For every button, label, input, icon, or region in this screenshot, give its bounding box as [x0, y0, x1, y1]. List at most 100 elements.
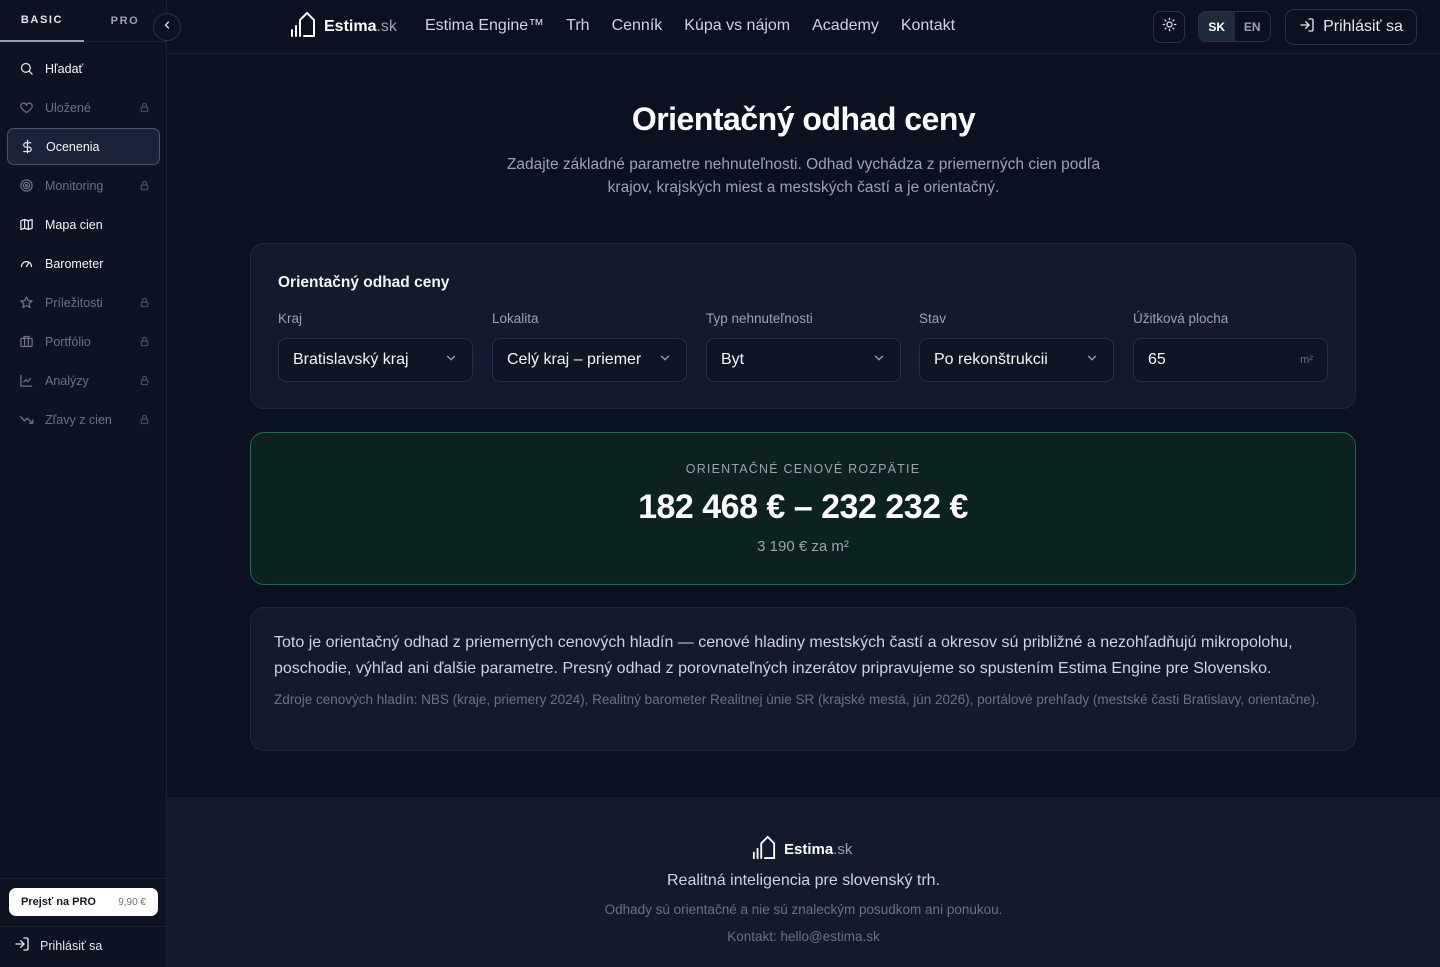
map-icon — [18, 217, 34, 233]
sidebar-item-barometer[interactable]: Barometer — [7, 245, 160, 282]
logo-icon — [752, 834, 776, 865]
footer-logo-text: Estima.sk — [784, 841, 853, 858]
sidebar-item-prilezitosti[interactable]: Príležitosti — [7, 284, 160, 321]
footer: Estima.sk Realitná inteligencia pre slov… — [167, 797, 1440, 967]
nav-cennik[interactable]: Cenník — [612, 17, 663, 35]
collapse-sidebar-button[interactable] — [153, 13, 181, 41]
nav-academy[interactable]: Academy — [812, 17, 879, 35]
sidebar-item-ocenenia[interactable]: Ocenenia — [7, 128, 160, 165]
footer-tagline: Realitná inteligencia pre slovenský trh. — [666, 872, 941, 889]
sidebar-item-label: Príležitosti — [45, 295, 103, 310]
logo-text: Estima.sk — [324, 17, 397, 35]
footer-contact[interactable]: Kontakt: hello@estima.sk — [167, 929, 1440, 944]
nav-trh[interactable]: Trh — [566, 17, 589, 35]
sidebar-item-zlavy-z-cien[interactable]: Zľavy z cien — [7, 401, 160, 438]
stav-value: Po rekonštrukcii — [934, 351, 1048, 368]
login-icon — [1299, 17, 1323, 38]
nav-kontakt[interactable]: Kontakt — [901, 17, 955, 35]
page-subtitle: Zadajte základné parametre nehnuteľnosti… — [506, 156, 1101, 196]
lokalita-value: Celý kraj – priemer — [507, 351, 642, 368]
lokalita-field: Lokalita Celý kraj – priemer — [492, 311, 687, 382]
price-range-card: ORIENTAČNÉ CENOVÉ ROZPÄTIE 182 468 € – 2… — [250, 432, 1356, 585]
sidebar-login-button[interactable]: Prihlásiť sa — [14, 936, 102, 955]
sidebar-item-analyzy[interactable]: Analýzy — [7, 362, 160, 399]
sidebar-item-label: Hľadať — [45, 61, 84, 76]
logo[interactable]: Estima.sk — [290, 10, 397, 43]
lang-sk-button[interactable]: SK — [1199, 12, 1235, 41]
upgrade-pro-button[interactable]: Prejsť na PRO 9,90 € — [9, 888, 158, 916]
logo-icon — [290, 10, 316, 43]
footer-logo[interactable]: Estima.sk — [752, 834, 852, 865]
stav-select[interactable]: Po rekonštrukcii — [919, 338, 1114, 382]
lock-icon — [139, 414, 150, 425]
price-range-value: 182 468 € – 232 232 € — [638, 488, 968, 526]
stav-field: Stav Po rekonštrukcii — [919, 311, 1114, 382]
login-icon — [14, 936, 40, 955]
sidebar-item-label: Ocenenia — [46, 139, 100, 154]
sidebar-item-label: Analýzy — [45, 373, 89, 388]
sidebar-item-ulozene[interactable]: Uložené — [7, 89, 160, 126]
tab-basic[interactable]: BASIC — [0, 0, 84, 42]
sidebar-login-label: Prihlásiť sa — [40, 938, 103, 953]
sidebar-item-monitoring[interactable]: Monitoring — [7, 167, 160, 204]
header-login-label: Prihlásiť sa — [1323, 18, 1403, 35]
footer-disclaimer: Odhady sú orientačné a nie sú znaleckým … — [604, 902, 1003, 917]
typ-select[interactable]: Byt — [706, 338, 901, 382]
header-login-button[interactable]: Prihlásiť sa — [1285, 9, 1417, 45]
chevron-down-icon — [444, 351, 458, 370]
kraj-value: Bratislavský kraj — [293, 351, 409, 368]
lock-icon — [139, 297, 150, 308]
chart-line-icon — [18, 373, 34, 389]
chevron-left-icon — [161, 18, 173, 36]
sidebar: BASIC PRO Hľadať Uložené Ocenenia Monito… — [0, 0, 167, 967]
upgrade-pro-price: 9,90 € — [118, 896, 146, 908]
nav-estima-engine[interactable]: Estima Engine™ — [425, 17, 544, 35]
plocha-input[interactable]: 65 m² — [1133, 338, 1328, 382]
lang-en-button[interactable]: EN — [1235, 12, 1271, 41]
disclaimer-text: Toto je orientačný odhad z priemerných c… — [274, 634, 1293, 677]
chevron-down-icon — [658, 351, 672, 370]
chevron-down-icon — [1085, 351, 1099, 370]
sidebar-item-hladat[interactable]: Hľadať — [7, 50, 160, 87]
main-nav: Estima Engine™ Trh Cenník Kúpa vs nájom … — [425, 17, 977, 35]
range-caption: ORIENTAČNÉ CENOVÉ ROZPÄTIE — [685, 462, 921, 476]
lokalita-label: Lokalita — [492, 311, 539, 326]
typ-label: Typ nehnuteľnosti — [706, 311, 813, 326]
sidebar-item-label: Zľavy z cien — [45, 412, 112, 427]
nav-kupa-vs-najom[interactable]: Kúpa vs nájom — [684, 17, 790, 35]
divider — [0, 926, 167, 927]
kraj-label: Kraj — [278, 311, 303, 326]
disclaimer-card: Toto je orientačný odhad z priemerných c… — [250, 607, 1356, 751]
star-icon — [18, 295, 34, 311]
building-icon — [18, 334, 34, 350]
sidebar-item-portfolio[interactable]: Portfólio — [7, 323, 160, 360]
typ-value: Byt — [721, 351, 745, 368]
gauge-icon — [18, 256, 34, 272]
main-content: Orientačný odhad ceny Zadajte základné p… — [167, 54, 1440, 797]
plocha-field: Úžitková plocha 65 m² — [1133, 311, 1328, 382]
typ-field: Typ nehnuteľnosti Byt — [706, 311, 901, 382]
lock-icon — [139, 375, 150, 386]
lock-icon — [139, 180, 150, 191]
sidebar-item-label: Mapa cien — [45, 217, 103, 232]
sidebar-item-mapa-cien[interactable]: Mapa cien — [7, 206, 160, 243]
sun-icon — [1162, 17, 1177, 37]
upgrade-pro-label: Prejsť na PRO — [21, 896, 96, 908]
theme-toggle-button[interactable] — [1153, 11, 1185, 43]
kraj-field: Kraj Bratislavský kraj — [278, 311, 473, 382]
kraj-select[interactable]: Bratislavský kraj — [278, 338, 473, 382]
form-title: Orientačný odhad ceny — [278, 274, 450, 291]
sidebar-nav: Hľadať Uložené Ocenenia Monitoring Mapa … — [7, 50, 160, 440]
estimate-form-card: Orientačný odhad ceny Kraj Bratislavský … — [250, 243, 1356, 409]
plocha-unit: m² — [1300, 354, 1313, 366]
radar-icon — [18, 178, 34, 194]
sidebar-item-label: Barometer — [45, 256, 104, 271]
language-switch: SK EN — [1198, 11, 1271, 42]
plan-tabs: BASIC PRO — [0, 0, 167, 42]
chevron-down-icon — [872, 351, 886, 370]
lokalita-select[interactable]: Celý kraj – priemer — [492, 338, 687, 382]
price-per-m2: 3 190 € za m² — [757, 538, 849, 555]
sidebar-item-label: Monitoring — [45, 178, 104, 193]
plocha-label: Úžitková plocha — [1133, 311, 1229, 326]
trend-down-icon — [18, 412, 34, 428]
